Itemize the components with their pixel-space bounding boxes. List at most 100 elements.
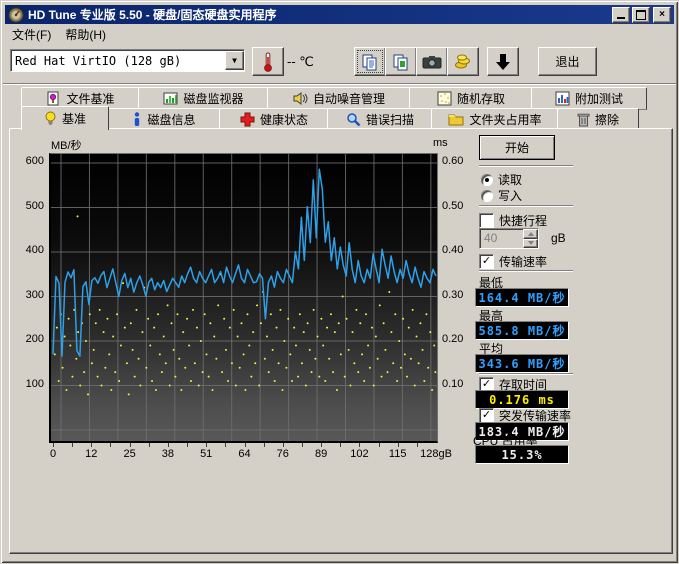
health-cross-icon [240, 112, 255, 127]
temperature-value: -- [287, 54, 296, 69]
read-radio[interactable] [481, 174, 493, 186]
down-arrow-icon [495, 53, 511, 71]
x-axis-tick [130, 443, 131, 447]
save-results-button[interactable] [487, 47, 519, 76]
read-radio-row[interactable]: 读取 [481, 171, 522, 188]
donate-button[interactable] [447, 47, 479, 76]
tab-random-access[interactable]: 随机存取 [409, 87, 533, 110]
cpu-usage-display: 15.3% [475, 445, 569, 464]
avg-value: 343.6 MB/秒 [478, 355, 565, 372]
read-label: 读取 [498, 171, 522, 188]
tab-health[interactable]: 健康状态 [219, 108, 329, 130]
axis-tick-label: 128gB [420, 448, 452, 460]
exit-button[interactable]: 退出 [538, 47, 597, 76]
drive-select-value: Red Hat VirtIO (128 gB) [11, 54, 225, 68]
tab-label: 磁盘监视器 [183, 90, 243, 107]
axis-tick-label: 200 [16, 333, 44, 345]
tab-label: 擦除 [595, 111, 619, 128]
axis-tick-label: 115 [389, 448, 407, 460]
axis-tick-label: 76 [277, 448, 289, 460]
min-value: 164.4 MB/秒 [478, 289, 565, 306]
tab-folder-usage[interactable]: 文件夹占用率 [431, 108, 559, 130]
tab-label: 随机存取 [457, 90, 505, 107]
cpu-usage-value: 15.3% [501, 448, 542, 462]
axis-tick-label: 0.60 [442, 155, 463, 167]
temperature-button[interactable] [252, 47, 284, 76]
max-value: 585.8 MB/秒 [478, 322, 565, 339]
transfer-rate-row[interactable]: ✓ 传输速率 [479, 253, 547, 270]
tab-label: 自动噪音管理 [313, 90, 385, 107]
tab-disk-info[interactable]: 磁盘信息 [107, 108, 221, 130]
tab-erase[interactable]: 擦除 [557, 108, 639, 130]
maximize-button[interactable] [632, 7, 650, 23]
tab-label: 健康状态 [260, 111, 308, 128]
title-bar[interactable]: HD Tune 专业版 5.50 - 硬盘/固态硬盘实用程序 × [5, 5, 674, 24]
tab-extra-tests[interactable]: 附加测试 [531, 87, 647, 110]
disk-info-icon [132, 112, 142, 127]
write-radio-row[interactable]: 写入 [481, 187, 522, 204]
disk-monitor-icon [163, 91, 178, 106]
toolbar-separator [3, 83, 676, 85]
tab-label: 附加测试 [575, 90, 623, 107]
app-icon [8, 7, 24, 23]
error-scan-icon [346, 112, 361, 127]
x-axis-tick [398, 443, 399, 447]
folder-usage-icon [448, 112, 464, 126]
menu-file[interactable]: 文件(F) [5, 24, 58, 45]
capacity-stepper[interactable]: 40 [479, 228, 539, 249]
stepper-up-icon[interactable] [523, 229, 538, 239]
chevron-down-icon[interactable]: ▼ [225, 51, 244, 70]
menu-help[interactable]: 帮助(H) [58, 24, 113, 45]
erase-trash-icon [577, 112, 590, 127]
copy-image-icon [392, 53, 410, 71]
axis-tick-label: 100 [16, 378, 44, 390]
quick-stroke-row[interactable]: 快捷行程 [479, 212, 547, 229]
separator [479, 165, 573, 167]
axis-tick-label: 400 [16, 244, 44, 256]
x-axis-tick [53, 443, 54, 447]
close-button[interactable]: × [653, 7, 671, 23]
copy-image-button[interactable] [385, 47, 417, 76]
burst-rate-checkbox[interactable]: ✓ [479, 408, 494, 423]
x-axis-tick [302, 443, 303, 447]
close-icon: × [659, 10, 665, 20]
copy-text-button[interactable] [354, 47, 386, 76]
x-axis-tick [206, 443, 207, 447]
x-axis-tick [264, 443, 265, 447]
tab-error-scan[interactable]: 错误扫描 [327, 108, 433, 130]
axis-tick-label: 102 [350, 448, 368, 460]
quick-stroke-label: 快捷行程 [499, 212, 547, 229]
x-axis-tick [225, 443, 226, 447]
toolbar: Red Hat VirtIO (128 gB) ▼ -- ℃ [5, 44, 674, 82]
tab-aam[interactable]: 自动噪音管理 [267, 87, 411, 110]
start-button[interactable]: 开始 [479, 135, 555, 160]
capacity-value: 40 [480, 229, 523, 248]
x-axis-tick [340, 443, 341, 447]
minimize-icon [617, 17, 625, 19]
separator [479, 270, 573, 272]
coins-icon [454, 53, 472, 71]
tab-disk-monitor[interactable]: 磁盘监视器 [138, 87, 269, 110]
tab-benchmark[interactable]: 基准 [21, 106, 109, 130]
x-axis-tick [417, 443, 418, 447]
maximize-icon [636, 10, 646, 20]
avg-value-display: 343.6 MB/秒 [475, 354, 569, 373]
benchmark-bulb-icon [44, 111, 57, 126]
left-axis-unit: MB/秒 [51, 137, 82, 153]
screenshot-button[interactable] [416, 47, 448, 76]
quick-stroke-checkbox[interactable] [479, 213, 494, 228]
axis-tick-label: 500 [16, 200, 44, 212]
stepper-down-icon[interactable] [523, 239, 538, 249]
file-benchmark-icon [46, 91, 61, 106]
minimize-button[interactable] [612, 7, 630, 23]
write-radio[interactable] [481, 190, 493, 202]
separator [479, 373, 573, 375]
axis-tick-label: 0.10 [442, 378, 463, 390]
drive-select[interactable]: Red Hat VirtIO (128 gB) ▼ [10, 49, 245, 72]
transfer-rate-checkbox[interactable]: ✓ [479, 254, 494, 269]
x-axis-tick [359, 443, 360, 447]
copy-report-icon [361, 53, 379, 71]
start-label: 开始 [505, 139, 529, 156]
transfer-rate-label: 传输速率 [499, 253, 547, 270]
axis-tick-label: 25 [123, 448, 135, 460]
